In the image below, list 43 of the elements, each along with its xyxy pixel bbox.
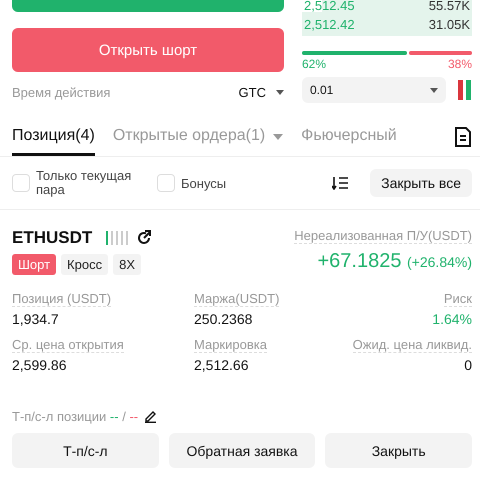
- checkbox[interactable]: [12, 174, 30, 192]
- checkbox-label: Бонусы: [181, 176, 226, 190]
- buy-percent: 62%: [302, 57, 326, 71]
- tag: Шорт: [12, 254, 56, 275]
- caret-icon[interactable]: [273, 134, 284, 140]
- tag: Кросс: [61, 254, 108, 275]
- validity-label: Время действия: [12, 85, 110, 100]
- sort-icon[interactable]: [332, 176, 348, 190]
- order-book-row[interactable]: 2,512.42 31.05K: [302, 12, 472, 36]
- tag: 8X: [113, 254, 141, 275]
- stat-label: Маркировка: [194, 337, 267, 353]
- stat-value: 1.64%: [432, 311, 472, 327]
- action-button[interactable]: Закрыть: [325, 433, 472, 468]
- sell-percent: 38%: [448, 57, 472, 71]
- validity-dropdown[interactable]: GTC: [238, 85, 284, 100]
- stat-value: 0: [464, 357, 472, 373]
- checkbox[interactable]: [157, 174, 175, 192]
- stat-label: Позиция (USDT): [12, 291, 112, 307]
- stat-value: 2,512.66: [194, 357, 248, 373]
- pnl-label: Нереализованная П/У(USDT): [294, 228, 472, 244]
- action-button[interactable]: Обратная заявка: [168, 433, 316, 468]
- symbol: ETHUSDT: [12, 228, 92, 248]
- action-button[interactable]: Т-п/с-л: [12, 433, 159, 468]
- stat-label: Ожид. цена ликвид.: [352, 337, 472, 353]
- stat-label: Ср. цена открытия: [12, 337, 124, 353]
- tab[interactable]: Позиция(4): [12, 118, 95, 156]
- stat-label: Риск: [444, 291, 472, 307]
- edit-icon[interactable]: [144, 410, 158, 423]
- signal-bars-icon: [106, 230, 128, 246]
- document-icon[interactable]: [454, 127, 472, 147]
- close-all-button[interactable]: Закрыть все: [370, 169, 472, 197]
- order-book-view-icon[interactable]: [458, 80, 472, 100]
- checkbox-label: Только текущая пара: [36, 169, 132, 197]
- stat-label: Маржа(USDT): [194, 291, 280, 307]
- price-step-dropdown[interactable]: 0.01: [302, 77, 446, 103]
- share-icon[interactable]: [136, 230, 152, 246]
- caret-icon: [430, 88, 438, 92]
- stat-value: 1,934.7: [12, 311, 59, 327]
- caret-icon: [276, 90, 284, 95]
- stat-value: 2,599.86: [12, 357, 66, 373]
- pnl-value: +67.1825 (+26.84%): [317, 250, 472, 273]
- stat-value: 250.2368: [194, 311, 252, 327]
- tp-sl-text: Т-п/с-л позиции -- / --: [12, 409, 138, 424]
